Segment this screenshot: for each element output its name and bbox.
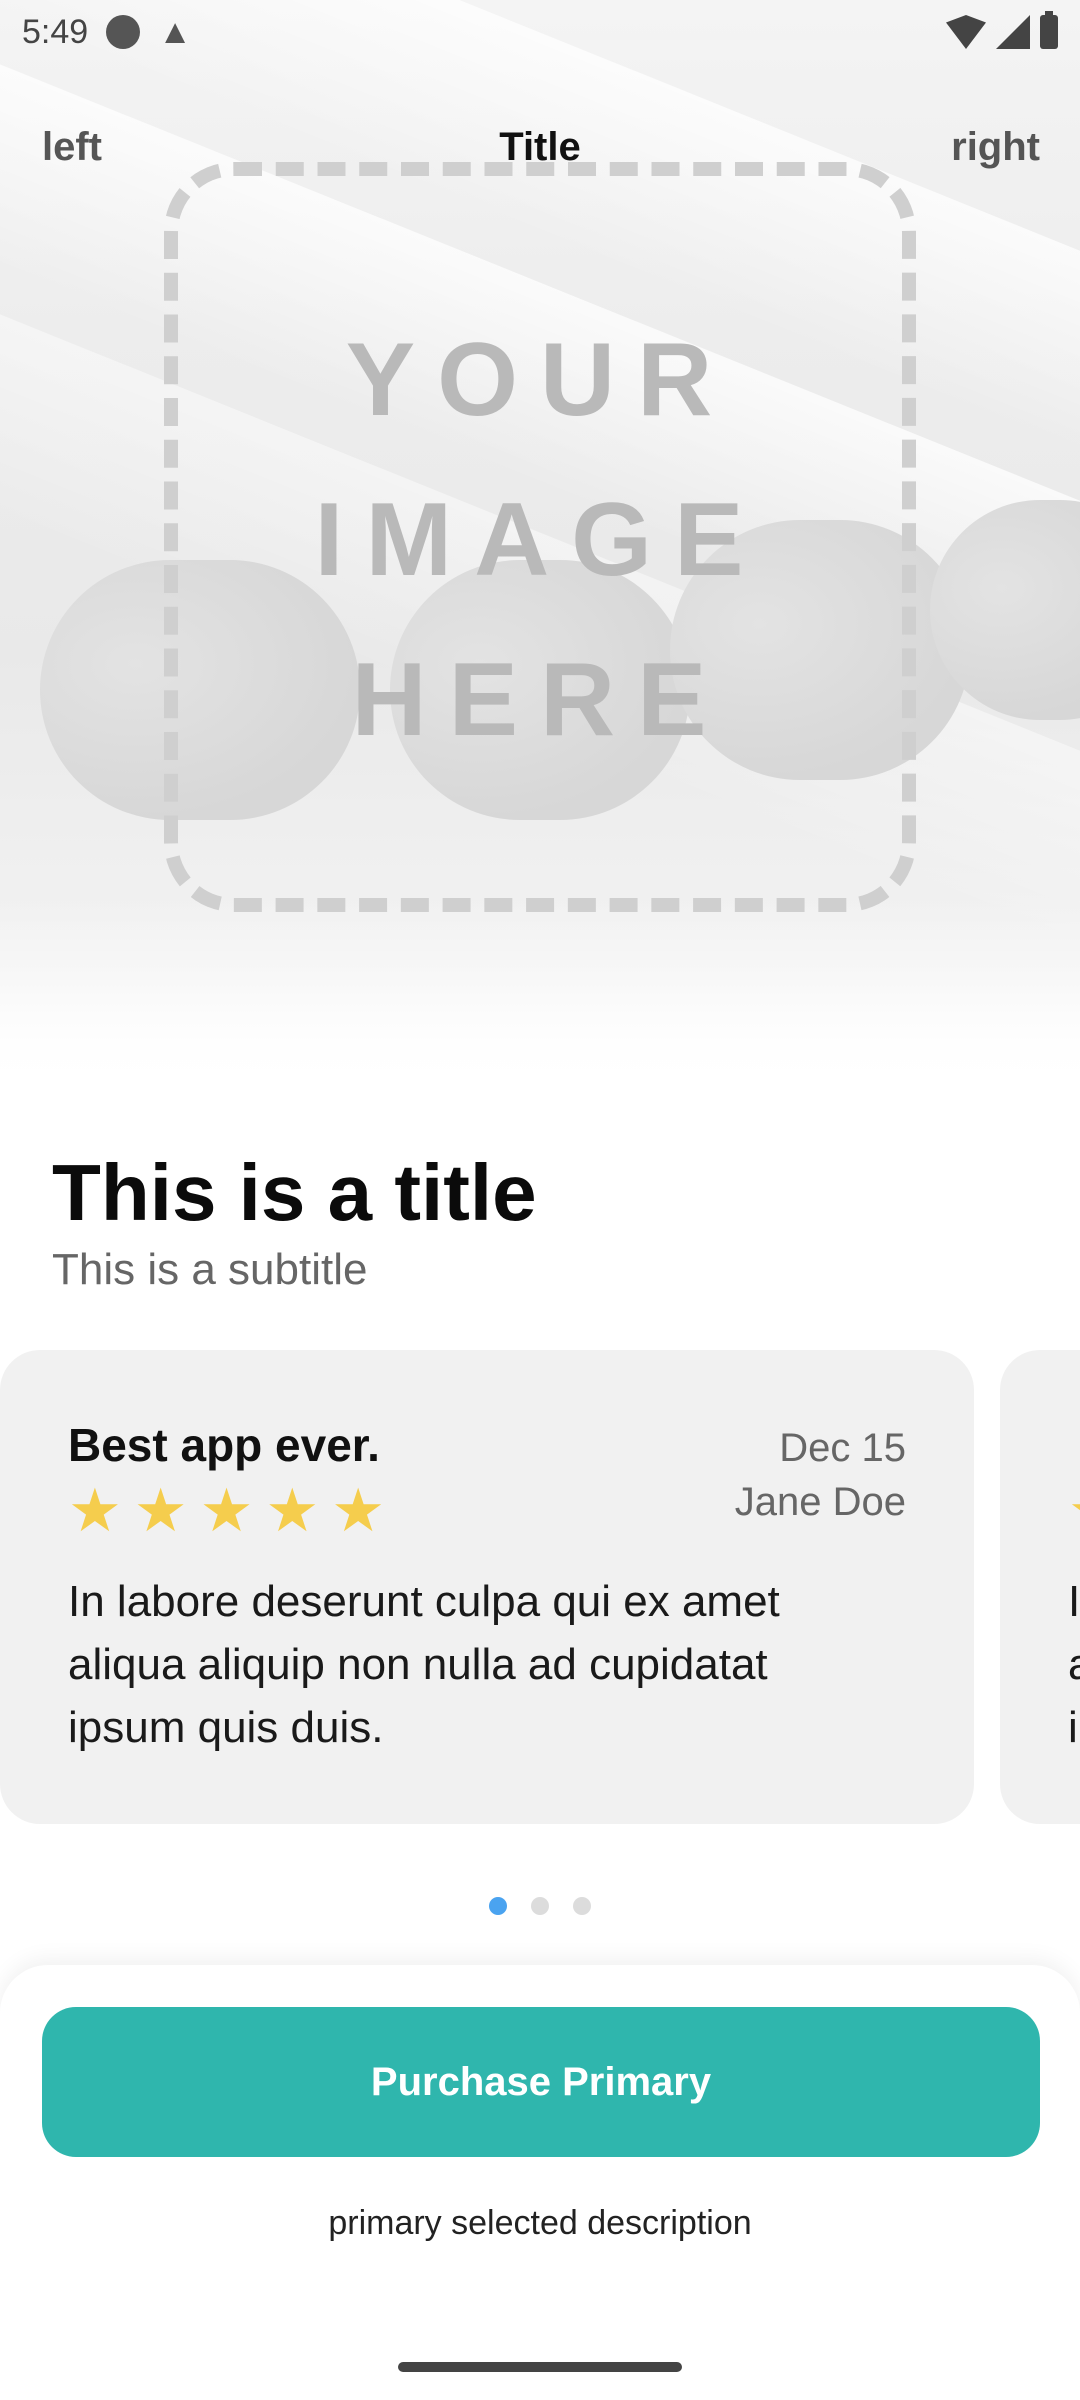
image-placeholder-text: YOUR IMAGE HERE [164,300,916,780]
review-card[interactable]: Best app ever. Dec 15 Jane Doe ★ ★ ★ ★ ★… [0,1350,974,1824]
nav-right-button[interactable]: right [951,125,1040,170]
pager-dot-active[interactable] [489,1897,507,1915]
purchase-description: primary selected description [328,2204,752,2242]
wifi-icon [946,15,986,49]
page-subtitle: This is a subtitle [52,1245,368,1294]
star-icon: ★ [265,1477,320,1544]
signal-icon [996,15,1030,49]
status-bar: 5:49 ▲ [0,0,1080,64]
placeholder-line: IMAGE [314,482,766,598]
warning-icon: ▲ [158,12,192,51]
purchase-primary-button[interactable]: Purchase Primary [42,2007,1040,2157]
pager-dots [0,1897,1080,1915]
star-icon: ★ [68,1477,122,1544]
review-date: Dec 15 [779,1426,906,1470]
battery-icon [1040,11,1058,49]
star-icon: ★ [1068,1476,1080,1546]
home-indicator[interactable] [398,2362,682,2372]
hero-fade [0,900,1080,1090]
star-rating: ★ ★ ★ ★ ★ [68,1476,385,1546]
review-body: In labore deserunt culpa qui ex amet ali… [68,1577,780,1752]
star-icon: ★ [133,1477,188,1544]
status-time: 5:49 [22,12,89,51]
placeholder-line: YOUR [345,322,735,438]
record-dot-icon [106,15,141,49]
nav-title: Title [499,125,581,169]
star-icon: ★ [331,1477,385,1544]
pager-dot[interactable] [573,1897,591,1915]
nav-left-button[interactable]: left [42,125,102,170]
pager-dot[interactable] [531,1897,549,1915]
placeholder-line: HERE [351,642,729,758]
review-body: I a i [1068,1577,1080,1752]
review-card[interactable]: B ★ I a i [1000,1350,1080,1824]
star-icon: ★ [199,1477,254,1544]
star-rating: ★ [1068,1476,1080,1546]
review-title: Best app ever. [68,1419,380,1471]
review-author: Jane Doe [734,1480,906,1524]
page-title: This is a title [52,1148,537,1237]
